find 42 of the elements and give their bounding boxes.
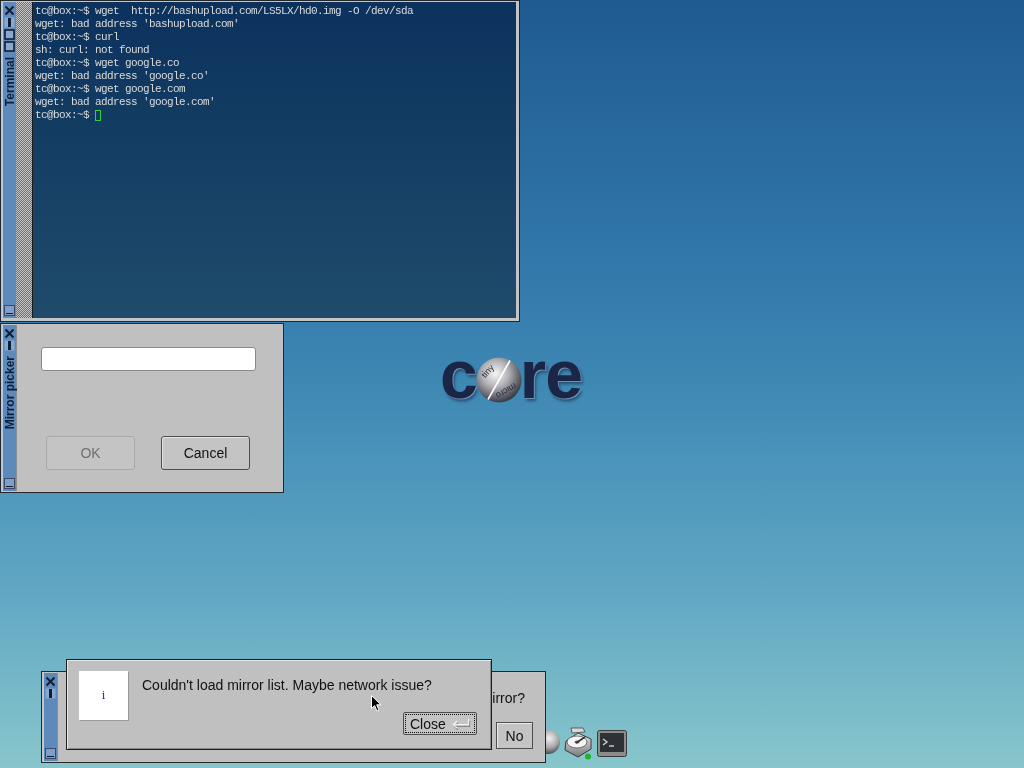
terminal-line: sh: curl: not found	[35, 44, 150, 57]
title-bar[interactable]	[43, 673, 57, 761]
logo-text: tiny	[479, 363, 496, 380]
logo-text: c	[440, 340, 477, 408]
square-icon[interactable]	[4, 41, 15, 52]
terminal-icon[interactable]	[597, 730, 627, 757]
window-title: Mirror picker	[3, 356, 16, 430]
logo-text: micro	[494, 381, 518, 400]
mouse-pointer-icon	[371, 695, 382, 712]
terminal-line: tc@box:~$ wget google.com	[35, 83, 186, 96]
resize-icon[interactable]	[45, 748, 56, 759]
terminal-line: tc@box:~$ wget google.co	[35, 57, 180, 70]
info-icon: i	[79, 671, 128, 720]
input-field[interactable]	[41, 347, 256, 371]
terminal-prompt: tc@box:~$	[35, 109, 89, 122]
logo-text: re	[519, 340, 583, 408]
terminal-line: wget: bad address 'google.com'	[35, 96, 216, 109]
dialog-question: irror?	[492, 690, 525, 707]
cancel-button[interactable]: Cancel	[161, 436, 250, 470]
hard-disk-icon[interactable]	[563, 727, 593, 760]
no-button[interactable]: No	[496, 722, 533, 749]
scrollbar[interactable]	[16, 2, 33, 318]
terminal-line: wget: bad address 'google.co'	[35, 70, 210, 83]
maximize-icon[interactable]	[4, 29, 15, 40]
terminal-line: tc@box:~$ curl	[35, 31, 119, 44]
close-icon[interactable]	[4, 328, 15, 339]
dialog-message: Couldn't load mirror list. Maybe network issue?	[142, 677, 432, 693]
text-cursor-icon	[95, 110, 101, 121]
resize-icon[interactable]	[4, 305, 15, 316]
terminal-line: wget: bad address 'bashupload.com'	[35, 18, 240, 31]
sphere-icon	[475, 357, 522, 403]
resize-icon[interactable]	[4, 478, 15, 489]
terminal-line: tc@box:~$ wget http://bashupload.com/LS5LX/hd0.img -O /dev/sda	[35, 5, 414, 18]
close-icon[interactable]	[45, 676, 56, 687]
close-icon[interactable]	[4, 5, 15, 16]
window-title: Terminal	[3, 57, 16, 107]
minimize-icon[interactable]	[4, 340, 15, 351]
close-button[interactable]: Close	[403, 712, 477, 735]
minimize-icon[interactable]	[45, 688, 56, 699]
minimize-icon[interactable]	[4, 17, 15, 28]
title-bar[interactable]: Mirror picker	[2, 325, 16, 491]
title-bar[interactable]: Terminal	[2, 2, 16, 318]
